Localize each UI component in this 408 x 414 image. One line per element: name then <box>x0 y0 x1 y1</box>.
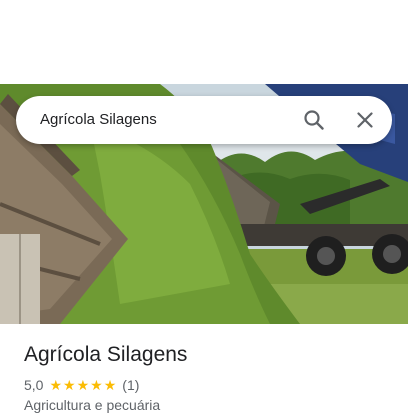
rating-value: 5,0 <box>24 377 44 393</box>
star-icon: ★ <box>103 377 117 393</box>
star-icon: ★ <box>76 377 90 393</box>
star-icon: ★ <box>63 377 76 393</box>
place-info-panel: Agrícola Silagens 5,0 ★ ★ ★ ★ ★ (1) Agri… <box>0 324 408 413</box>
blank-header-area <box>0 0 408 84</box>
review-count[interactable]: (1) <box>122 376 139 394</box>
rating-row[interactable]: 5,0 ★ ★ ★ ★ ★ (1) <box>24 376 139 394</box>
search-input[interactable]: Agrícola Silagens <box>40 110 157 130</box>
place-category: Agricultura e pecuária <box>24 397 161 413</box>
search-icon[interactable] <box>302 108 326 132</box>
place-title: Agrícola Silagens <box>24 343 188 366</box>
close-icon[interactable] <box>353 108 377 132</box>
search-bar[interactable]: Agrícola Silagens <box>16 96 392 144</box>
star-icon: ★ <box>49 377 63 393</box>
star-icon: ★ <box>90 377 103 393</box>
star-rating: ★ ★ ★ ★ ★ <box>49 377 117 393</box>
